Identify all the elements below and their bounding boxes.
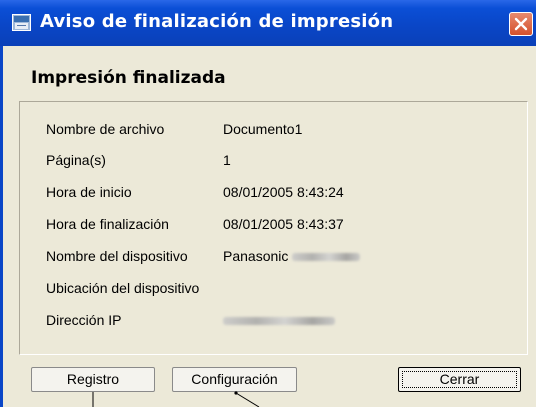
callout-line-config (235, 392, 260, 407)
callout-dot-config (234, 391, 238, 395)
print-completion-dialog: Aviso de finalización de impresión Impre… (0, 0, 536, 407)
callout-lines (92, 391, 260, 407)
